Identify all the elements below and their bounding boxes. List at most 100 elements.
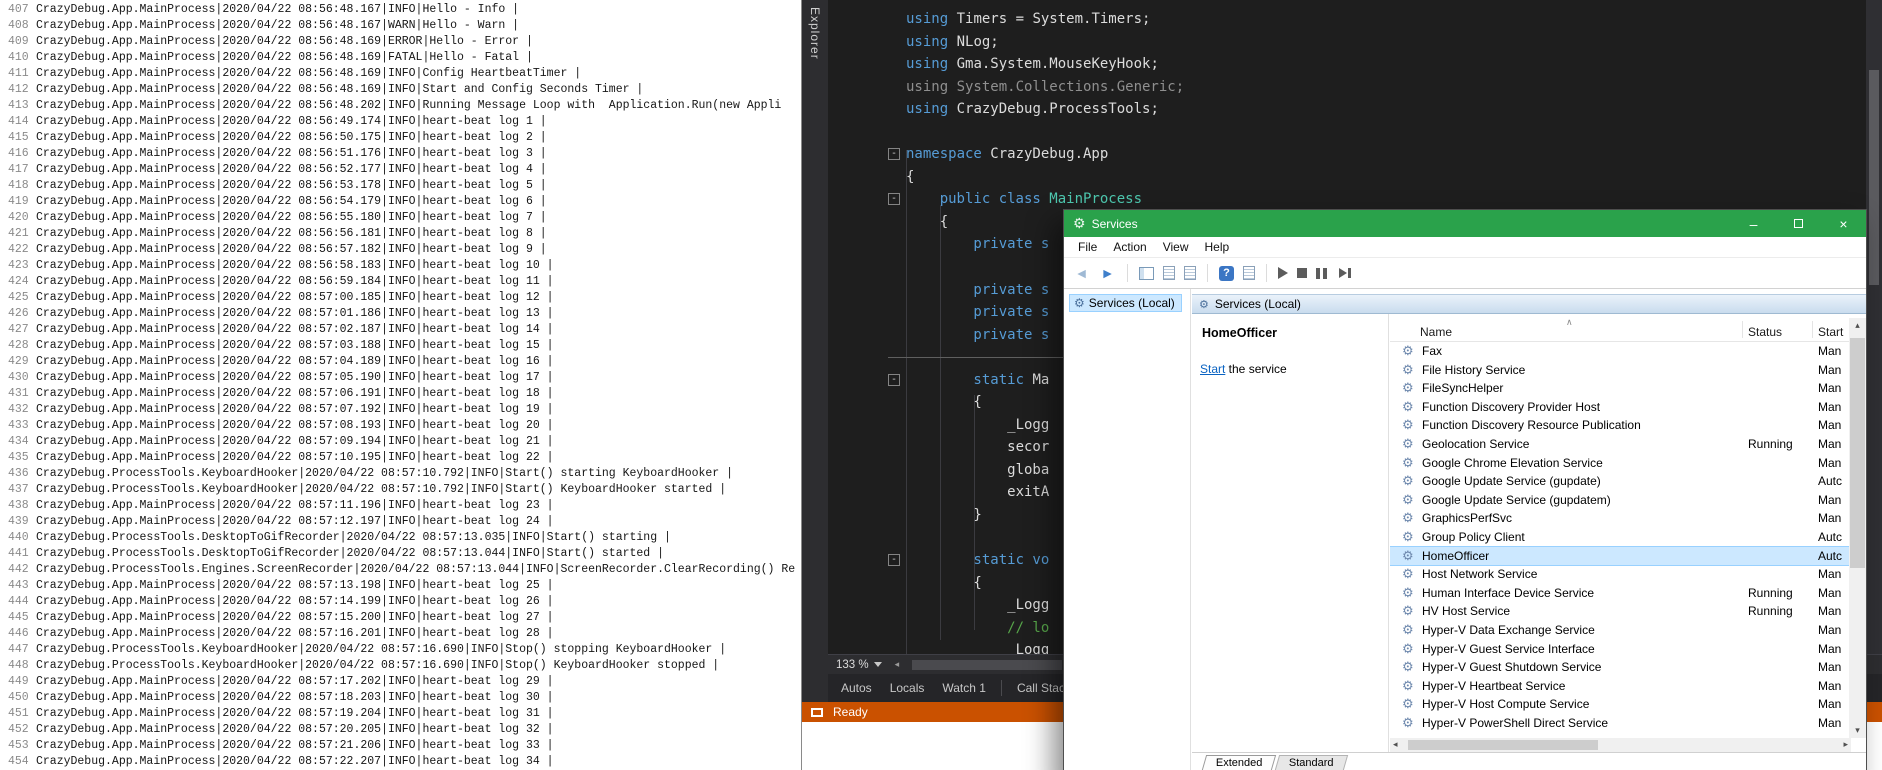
log-text: CrazyDebug.App.MainProcess|2020/04/22 08… [36, 371, 554, 384]
service-row[interactable]: ⚙ Hyper-V PowerShell Direct Service Man [1390, 714, 1851, 733]
service-row[interactable]: ⚙ FileSyncHelper Man [1390, 379, 1851, 398]
fold-collapse-toggle-icon[interactable]: - [888, 193, 900, 206]
title-bar[interactable]: ⚙ Services – × [1064, 210, 1866, 237]
panel-tab-locals[interactable]: Locals [881, 681, 934, 695]
fold-collapse-toggle-icon[interactable]: - [888, 373, 900, 386]
menu-action[interactable]: Action [1105, 240, 1154, 254]
show-console-tree-icon[interactable] [1139, 266, 1154, 280]
list-vertical-scrollbar[interactable]: ▴ ▾ [1849, 318, 1866, 738]
forward-arrow-icon[interactable]: ► [1099, 265, 1116, 281]
line-number: 442 [8, 563, 29, 576]
back-arrow-icon[interactable]: ◄ [1073, 265, 1090, 281]
service-row[interactable]: ⚙ File History Service Man [1390, 361, 1851, 380]
line-number: 431 [8, 387, 29, 400]
code-line: using Timers = System.Timers; [828, 8, 1866, 31]
service-row[interactable]: ⚙ HomeOfficer Autc [1390, 545, 1851, 567]
line-number: 443 [8, 579, 29, 592]
scroll-down-icon[interactable]: ▾ [1849, 725, 1866, 736]
service-row[interactable]: ⚙ Function Discovery Resource Publication… [1390, 416, 1851, 435]
log-text: CrazyDebug.App.MainProcess|2020/04/22 08… [36, 99, 782, 112]
export-list-icon[interactable] [1163, 266, 1175, 280]
view-tab-standard[interactable]: Standard [1275, 755, 1349, 770]
service-row[interactable]: ⚙ Fax Man [1390, 342, 1851, 361]
service-row[interactable]: ⚙ Group Policy Client Autc [1390, 528, 1851, 547]
log-line: 446 CrazyDebug.App.MainProcess|2020/04/22… [0, 626, 801, 642]
code-text: _Logg [906, 642, 1049, 654]
service-startup-type: Man [1818, 399, 1842, 414]
service-row[interactable]: ⚙ Google Update Service (gupdatem) Man [1390, 491, 1851, 510]
code-text: static Ma [906, 372, 1049, 388]
tree-item-services-local[interactable]: ⚙ Services (Local) [1069, 294, 1182, 312]
fold-collapse-toggle-icon[interactable]: - [888, 148, 900, 161]
service-row[interactable]: ⚙ GraphicsPerfSvc Man [1390, 509, 1851, 528]
scroll-up-icon[interactable]: ▴ [1849, 320, 1866, 331]
menu-help[interactable]: Help [1197, 240, 1238, 254]
service-status: Running [1748, 436, 1793, 451]
service-row[interactable]: ⚙ Hyper-V Host Compute Service Man [1390, 695, 1851, 714]
line-number: 435 [8, 451, 29, 464]
close-button[interactable]: × [1821, 210, 1866, 237]
service-row[interactable]: ⚙ Host Network Service Man [1390, 565, 1851, 584]
service-row[interactable]: ⚙ Google Chrome Elevation Service Man [1390, 454, 1851, 473]
scrollbar-thumb[interactable] [1869, 70, 1879, 285]
service-row[interactable]: ⚙ Human Interface Device Service Running Ma… [1390, 584, 1851, 603]
log-line: 454 CrazyDebug.App.MainProcess|2020/04/22… [0, 754, 801, 770]
list-horizontal-scrollbar[interactable]: ◂ ▸ [1390, 738, 1851, 752]
services-node-icon: ⚙ [1199, 298, 1209, 311]
service-gear-icon: ⚙ [1402, 677, 1414, 693]
explorer-collapsed-tab[interactable]: Explorer [808, 7, 822, 60]
scrollbar-thumb[interactable] [912, 659, 1063, 670]
scroll-left-icon[interactable]: ◂ [890, 659, 905, 670]
start-service-link[interactable]: Start [1200, 362, 1225, 376]
service-startup-type: Man [1818, 660, 1842, 675]
service-row[interactable]: ⚙ Geolocation Service Running Man [1390, 435, 1851, 454]
maximize-button[interactable] [1776, 210, 1821, 237]
minimize-button[interactable]: – [1731, 210, 1776, 237]
code-token: Gma.System.MouseKeyHook; [948, 56, 1159, 73]
zoom-control[interactable]: 133 % [828, 659, 890, 671]
panel-tab-autos[interactable]: Autos [832, 681, 881, 695]
service-row[interactable]: ⚙ Hyper-V Heartbeat Service Man [1390, 677, 1851, 696]
service-action-rest: the service [1225, 362, 1287, 376]
code-text: globa [906, 462, 1049, 478]
help-icon[interactable]: ? [1219, 265, 1234, 281]
help-doc-icon[interactable] [1243, 266, 1255, 280]
properties-icon[interactable] [1184, 266, 1196, 280]
scroll-left-icon[interactable]: ◂ [1393, 739, 1398, 750]
pause-service-icon[interactable] [1316, 267, 1327, 279]
scrollbar-thumb[interactable] [1408, 740, 1598, 750]
service-startup-type: Man [1818, 381, 1842, 396]
line-number: 420 [8, 211, 29, 224]
view-tab-extended[interactable]: Extended [1201, 755, 1277, 770]
log-line: 420 CrazyDebug.App.MainProcess|2020/04/22… [0, 210, 801, 226]
service-row[interactable]: ⚙ Hyper-V Data Exchange Service Man [1390, 621, 1851, 640]
column-header-name[interactable]: Name [1420, 325, 1452, 339]
menu-view[interactable]: View [1155, 240, 1197, 254]
scroll-right-icon[interactable]: ▸ [1843, 739, 1848, 750]
fold-collapse-toggle-icon[interactable]: - [888, 554, 900, 567]
column-header-status[interactable]: Status [1748, 325, 1782, 339]
service-name: Geolocation Service [1422, 436, 1530, 451]
menu-file[interactable]: File [1070, 240, 1105, 254]
service-gear-icon: ⚙ [1402, 417, 1414, 433]
service-row[interactable]: ⚙ Google Update Service (gupdate) Autc [1390, 472, 1851, 491]
window-title: Services [1091, 216, 1138, 231]
stop-service-icon[interactable] [1297, 268, 1307, 278]
scrollbar-thumb[interactable] [1850, 338, 1865, 568]
service-row[interactable]: ⚙ Hyper-V Guest Service Interface Man [1390, 640, 1851, 659]
code-text: private s [906, 304, 1049, 320]
service-name: FileSyncHelper [1422, 381, 1504, 396]
line-number: 413 [8, 99, 29, 112]
restart-service-icon[interactable] [1336, 265, 1353, 281]
panel-tab-watch-1[interactable]: Watch 1 [933, 681, 995, 695]
log-line: 449 CrazyDebug.App.MainProcess|2020/04/22… [0, 674, 801, 690]
column-header-startup-type[interactable]: Start [1818, 325, 1843, 339]
service-row[interactable]: ⚙ Hyper-V Guest Shutdown Service Man [1390, 658, 1851, 677]
service-row[interactable]: ⚙ HV Host Service Running Man [1390, 602, 1851, 621]
code-text: { [906, 394, 981, 410]
start-service-icon[interactable] [1278, 267, 1288, 279]
log-text: CrazyDebug.App.MainProcess|2020/04/22 08… [36, 627, 554, 640]
log-line: 421 CrazyDebug.App.MainProcess|2020/04/22… [0, 226, 801, 242]
editor-vertical-scrollbar[interactable] [1866, 0, 1882, 654]
service-row[interactable]: ⚙ Function Discovery Provider Host Man [1390, 398, 1851, 417]
